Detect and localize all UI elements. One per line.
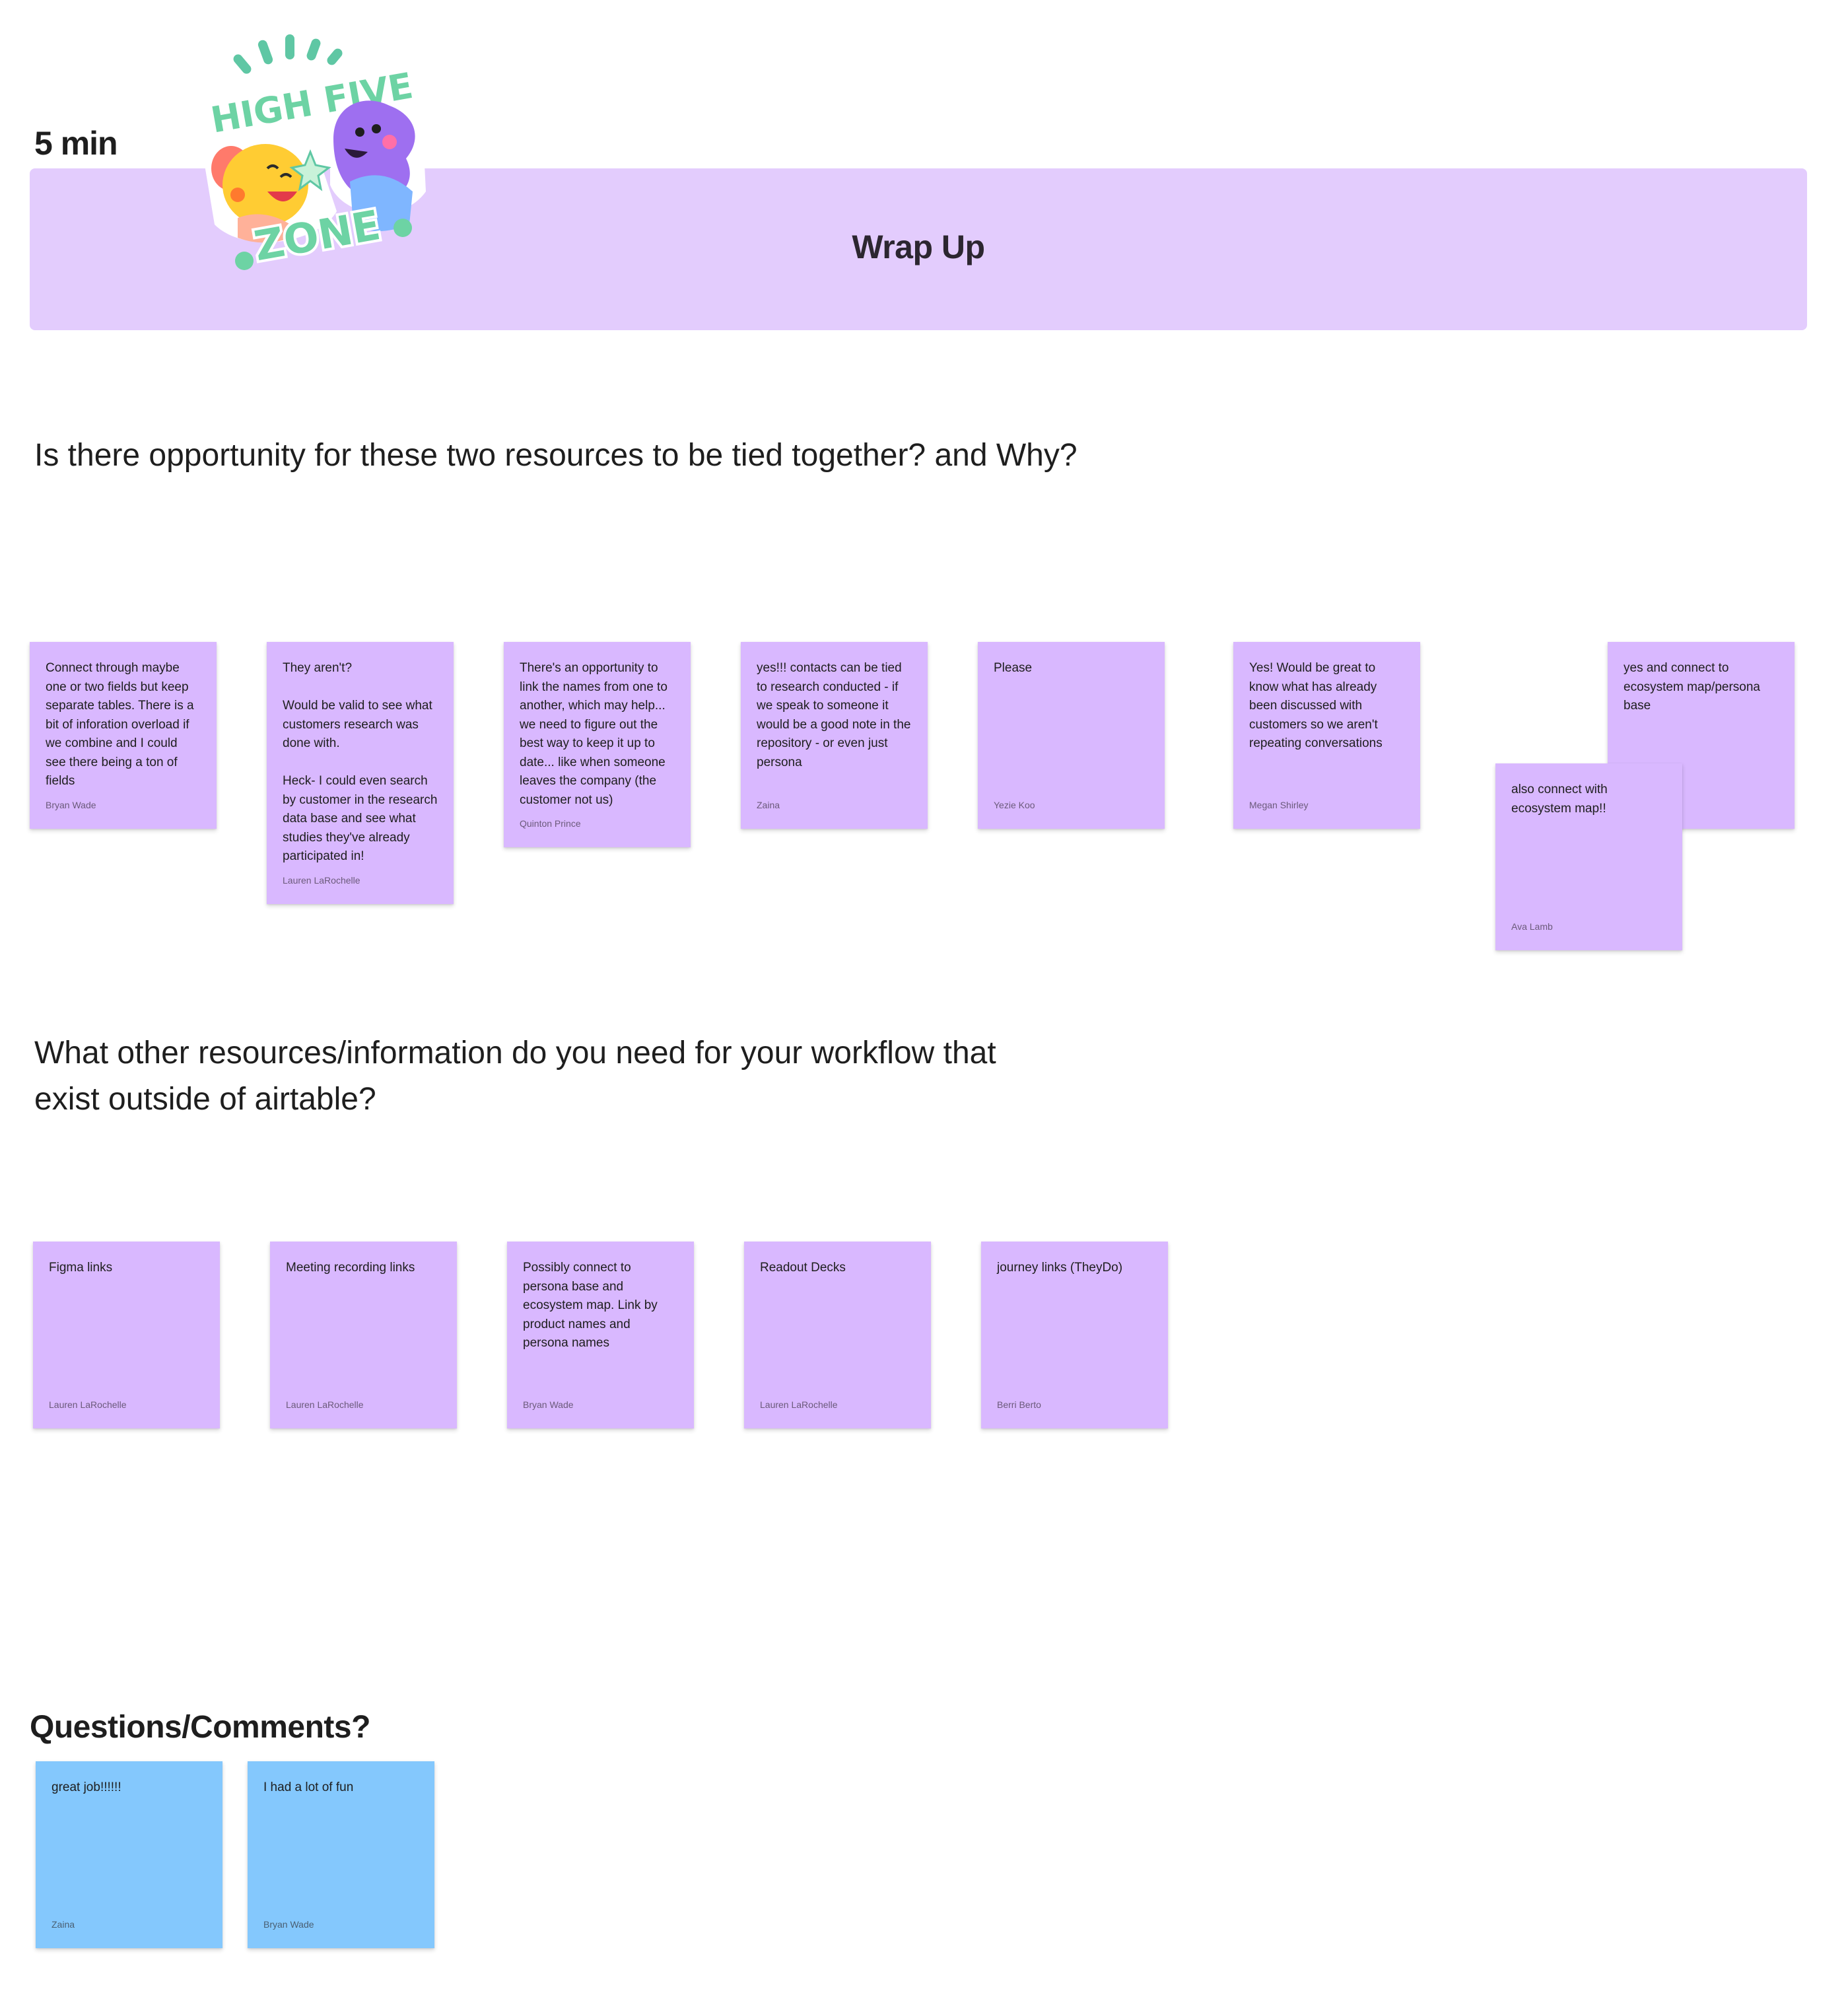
note-text: yes and connect to ecosystem map/persona… bbox=[1624, 661, 1760, 713]
sticky-note[interactable]: Meeting recording links Lauren LaRochell… bbox=[270, 1242, 457, 1428]
note-author: Bryan Wade bbox=[263, 1919, 314, 1930]
note-author: Berri Berto bbox=[997, 1399, 1041, 1410]
note-text: journey links (TheyDo) bbox=[997, 1261, 1123, 1275]
sticky-note[interactable]: They aren't? Would be valid to see what … bbox=[267, 642, 454, 904]
sticky-note[interactable]: journey links (TheyDo) Berri Berto bbox=[981, 1242, 1168, 1428]
note-author: Ava Lamb bbox=[1511, 921, 1553, 932]
question-1: Is there opportunity for these two resou… bbox=[34, 438, 1078, 473]
note-text: There's an opportunity to link the names… bbox=[520, 661, 667, 807]
note-author: Bryan Wade bbox=[523, 1399, 574, 1410]
note-text: I had a lot of fun bbox=[263, 1780, 354, 1794]
note-text: Possibly connect to persona base and eco… bbox=[523, 1261, 658, 1350]
note-text: They aren't? Would be valid to see what … bbox=[283, 661, 438, 863]
sticky-note[interactable]: Figma links Lauren LaRochelle bbox=[33, 1242, 220, 1428]
timer-label: 5 min bbox=[34, 125, 118, 162]
note-author: Megan Shirley bbox=[1249, 800, 1309, 810]
note-text: Figma links bbox=[49, 1261, 113, 1275]
note-text: yes!!! contacts can be tied to research … bbox=[757, 661, 911, 769]
sticky-note[interactable]: Please Yezie Koo bbox=[978, 642, 1165, 829]
note-author: Zaina bbox=[757, 800, 780, 810]
note-text: Yes! Would be great to know what has alr… bbox=[1249, 661, 1383, 750]
note-author: Lauren LaRochelle bbox=[286, 1399, 364, 1410]
sticky-note[interactable]: Possibly connect to persona base and eco… bbox=[507, 1242, 694, 1428]
note-text: Please bbox=[994, 661, 1033, 675]
sticky-note[interactable]: also connect with ecosystem map!! Ava La… bbox=[1495, 763, 1682, 950]
note-author: Lauren LaRochelle bbox=[49, 1399, 127, 1410]
section-title-questions: Questions/Comments? bbox=[30, 1710, 370, 1745]
note-text: Meeting recording links bbox=[286, 1261, 415, 1275]
high-five-sticker[interactable]: HIGH FIVE ZONE bbox=[191, 26, 442, 284]
note-author: Quinton Prince bbox=[520, 818, 581, 829]
question-2: What other resources/information do you … bbox=[34, 1036, 996, 1117]
sticky-note[interactable]: There's an opportunity to link the names… bbox=[504, 642, 691, 847]
sticky-note[interactable]: yes!!! contacts can be tied to research … bbox=[741, 642, 928, 829]
note-text: also connect with ecosystem map!! bbox=[1511, 783, 1608, 816]
note-author: Lauren LaRochelle bbox=[760, 1399, 838, 1410]
sticky-note[interactable]: I had a lot of fun Bryan Wade bbox=[248, 1761, 434, 1948]
note-text: Connect through maybe one or two fields … bbox=[46, 661, 194, 788]
note-author: Zaina bbox=[51, 1919, 75, 1930]
sticky-note[interactable]: Connect through maybe one or two fields … bbox=[30, 642, 217, 829]
note-author: Bryan Wade bbox=[46, 800, 96, 810]
sticky-note[interactable]: great job!!!!!! Zaina bbox=[36, 1761, 222, 1948]
sticky-note[interactable]: Readout Decks Lauren LaRochelle bbox=[744, 1242, 931, 1428]
note-author: Yezie Koo bbox=[994, 800, 1035, 810]
sparkle-lines-icon bbox=[233, 34, 343, 74]
note-text: Readout Decks bbox=[760, 1261, 846, 1275]
note-author: Lauren LaRochelle bbox=[283, 875, 360, 886]
note-text: great job!!!!!! bbox=[51, 1780, 121, 1794]
sticky-note[interactable]: Yes! Would be great to know what has alr… bbox=[1233, 642, 1420, 829]
